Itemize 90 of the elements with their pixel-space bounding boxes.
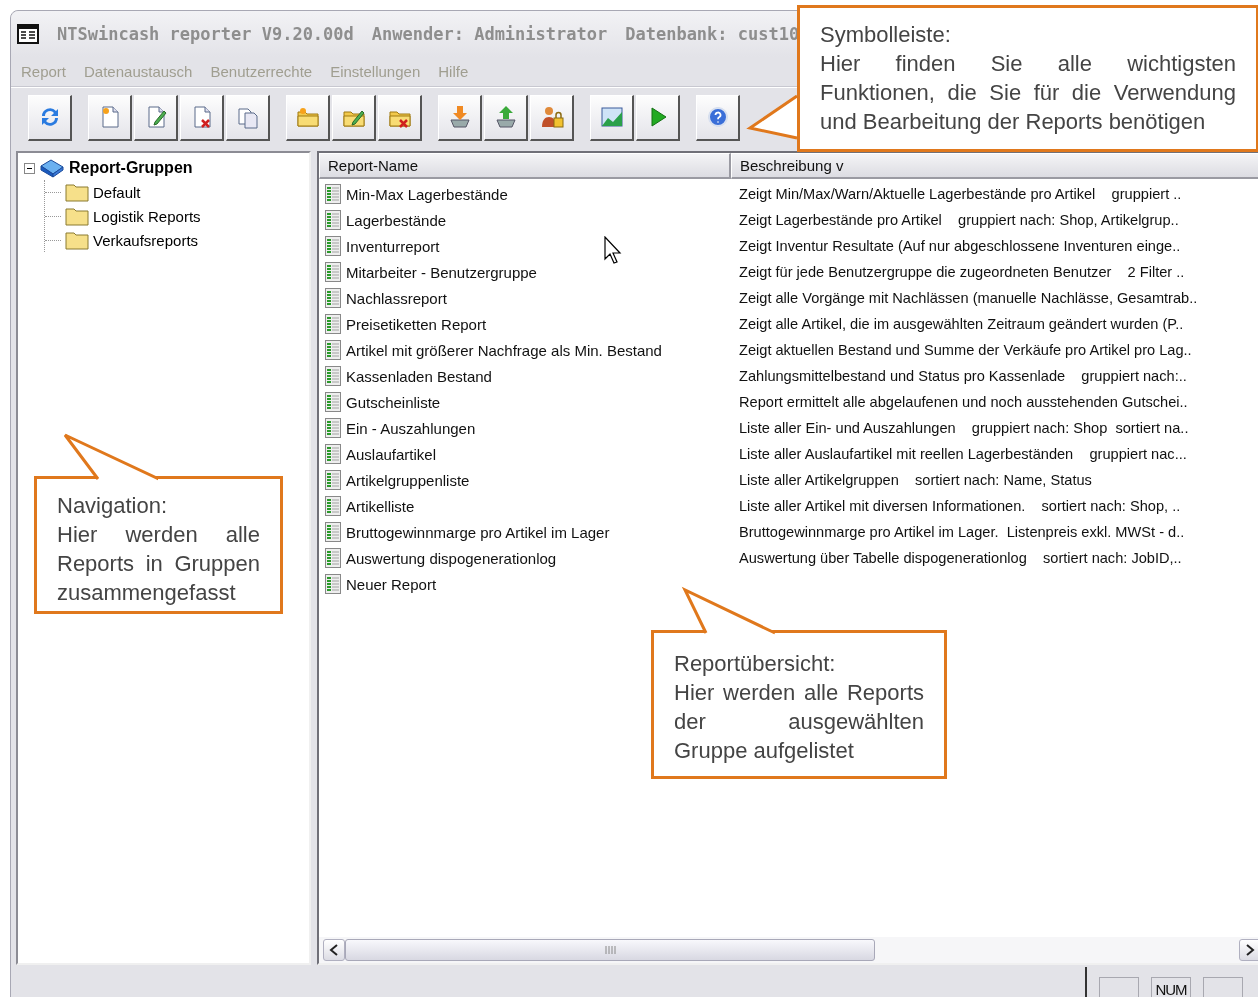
toolbar-button[interactable]	[590, 94, 634, 141]
folder-icon	[65, 230, 89, 250]
toolbar-button[interactable]	[180, 94, 224, 141]
horizontal-scrollbar[interactable]	[319, 937, 1258, 963]
callout-text: Hier werden alle Reports der ausgewählten Gruppe aufgelistet	[674, 679, 924, 765]
toolbar-button[interactable]	[484, 94, 528, 141]
report-name[interactable]: Bruttogewinnmarge pro Artikel im Lager	[346, 523, 610, 541]
report-icon	[325, 288, 341, 308]
report-description: Zeigt für jede Benutzergruppe die zugeordneten Benutzer 2 Filter ..	[738, 264, 1186, 280]
report-icon	[325, 418, 341, 438]
scroll-thumb[interactable]	[345, 939, 875, 961]
report-name[interactable]: Nachlassreport	[346, 289, 447, 307]
report-name[interactable]: Artikel mit größerer Nachfrage als Min. Bestand	[346, 341, 662, 359]
report-description: Auswertung über Tabelle dispogenerationlog sortiert nach: JobID,..	[738, 550, 1183, 566]
toolbar-button[interactable]	[530, 94, 574, 141]
report-icon	[325, 444, 341, 464]
report-name[interactable]: Auswertung dispogenerationlog	[346, 549, 557, 567]
toolbar-button[interactable]	[88, 94, 132, 141]
report-name[interactable]: Gutscheinliste	[346, 393, 441, 411]
toolbar-button[interactable]	[438, 94, 482, 141]
callout-title: Reportübersicht:	[674, 650, 837, 678]
toolbar-button[interactable]	[286, 94, 330, 141]
report-name[interactable]: Neuer Report	[346, 575, 437, 593]
callout-text: Hier werden alle Reports in Gruppen zusammengefasst	[57, 521, 260, 607]
toolbar-button[interactable]	[332, 94, 376, 141]
toolbar-button[interactable]	[134, 94, 178, 141]
report-name[interactable]: Lagerbestände	[346, 211, 447, 229]
grip-icon	[604, 945, 616, 955]
report-description: Zeigt Inventur Resultate (Auf nur abgeschlossene Inventuren einge..	[738, 238, 1182, 254]
report-description: Liste aller Auslaufartikel mit reellen Lagerbeständen gruppiert nac...	[738, 446, 1188, 462]
tree-item[interactable]: Report-Gruppen	[69, 159, 193, 177]
report-name[interactable]: Min-Max Lagerbestände	[346, 185, 508, 203]
report-name[interactable]: Artikelgruppenliste	[346, 471, 470, 489]
report-icon	[325, 470, 341, 490]
report-icon	[325, 314, 341, 334]
toolbar-button[interactable]	[226, 94, 270, 141]
report-description: Zeigt Min/Max/Warn/Aktuelle Lagerbestände pro Artikel gruppiert ..	[738, 186, 1183, 202]
report-description: Bruttogewinnmarge pro Artikel im Lager. Listenpreis exkl. MWSt - d..	[738, 524, 1186, 540]
report-description: Liste aller Ein- und Auszahlungen gruppiert nach: Shop sortiert na..	[738, 420, 1190, 436]
folder-icon	[65, 206, 89, 226]
report-name[interactable]: Mitarbeiter - Benutzergruppe	[346, 263, 537, 281]
report-icon	[325, 522, 341, 542]
report-description: Zahlungsmittelbestand und Status pro Kassenlade gruppiert nach:..	[738, 368, 1188, 384]
report-description: Liste aller Artikelgruppen sortiert nach: Name, Status	[738, 472, 1093, 488]
report-name[interactable]: Kassenladen Bestand	[346, 367, 492, 385]
toolbar-button[interactable]	[378, 94, 422, 141]
window-title: Anwender: Administrator	[371, 24, 608, 44]
report-description: Zeigt Lagerbestände pro Artikel gruppiert nach: Shop, Artikelgrup..	[738, 212, 1180, 228]
report-name[interactable]: Artikelliste	[346, 497, 415, 515]
app-icon	[17, 24, 39, 44]
report-icon	[325, 574, 341, 594]
report-icon	[325, 184, 341, 204]
window-title: NTSwincash reporter V9.20.00d	[57, 24, 354, 44]
callout-text: Hier finden Sie alle wichtigsten Funktionen, die Sie für die Verwendung und Bearbeitung der Reports benötigen	[820, 50, 1236, 136]
report-name[interactable]: Inventurreport	[346, 237, 440, 255]
report-description: Zeigt alle Vorgänge mit Nachlässen (manuelle Nachlässe, Gesamtrab..	[738, 290, 1199, 306]
column-header[interactable]: Beschreibung v	[731, 153, 1258, 179]
report-name[interactable]: Preisetiketten Report	[346, 315, 487, 333]
collapse-toggle[interactable]	[24, 162, 35, 174]
toolbar-button[interactable]	[636, 94, 680, 141]
report-icon	[325, 340, 341, 360]
report-icon	[325, 392, 341, 412]
report-name[interactable]: Auslaufartikel	[346, 445, 437, 463]
report-description: Report ermittelt alle abgelaufenen und noch ausstehenden Gutschei..	[738, 394, 1189, 410]
window-title: Datenbank: cust10	[625, 24, 800, 44]
cursor-icon	[604, 236, 624, 266]
report-icon	[325, 236, 341, 256]
report-icon	[325, 262, 341, 282]
tree-item[interactable]: Logistik Reports	[93, 207, 201, 225]
report-description: Zeigt alle Artikel, die im ausgewählten Zeitraum geändert wurden (P..	[738, 316, 1185, 332]
column-header[interactable]: Report-Name	[319, 153, 731, 179]
toolbar-button[interactable]	[28, 94, 72, 141]
folder-icon	[65, 182, 89, 202]
tree-item[interactable]: Default	[93, 183, 141, 201]
report-description: Liste aller Artikel mit diversen Informationen. sortiert nach: Shop, ..	[738, 498, 1182, 514]
callout-title: Symbolleiste:	[820, 21, 952, 49]
report-icon	[325, 366, 341, 386]
report-icon	[325, 496, 341, 516]
status-indicator: NUM	[1151, 977, 1191, 997]
report-icon	[325, 548, 341, 568]
callout-title: Navigation:	[57, 492, 169, 520]
scroll-right-button[interactable]	[1239, 939, 1258, 961]
report-name[interactable]: Ein - Auszahlungen	[346, 419, 476, 437]
book-icon	[39, 158, 65, 178]
scroll-left-button[interactable]	[323, 939, 345, 961]
report-icon	[325, 210, 341, 230]
tree-item[interactable]: Verkaufsreports	[93, 231, 199, 249]
report-description: Zeigt aktuellen Bestand und Summe der Verkäufe pro Artikel pro Lag..	[738, 342, 1193, 358]
toolbar-button[interactable]	[696, 94, 740, 141]
chart-icon	[598, 104, 625, 130]
